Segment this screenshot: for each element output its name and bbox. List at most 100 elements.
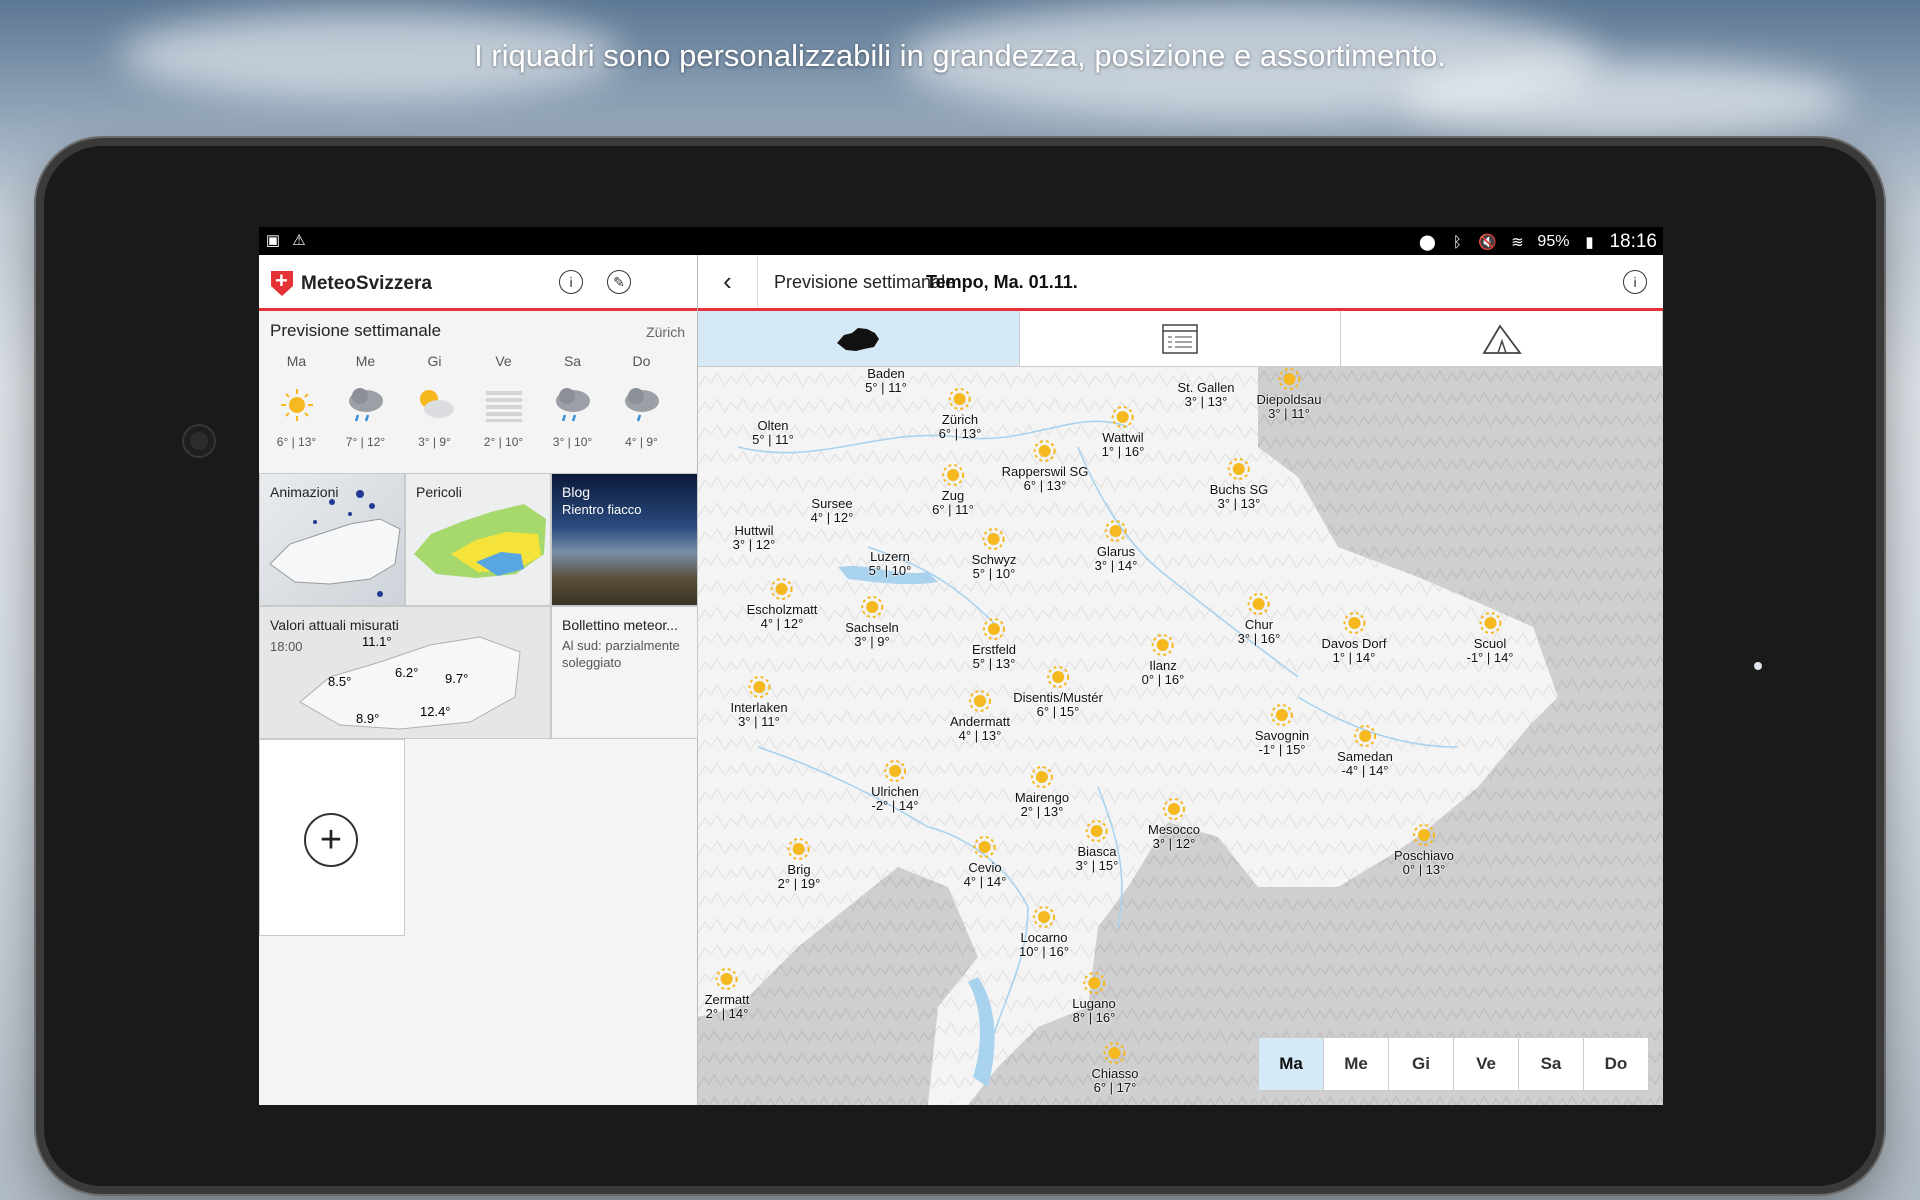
map-city[interactable]: Savognin -1° | 15° bbox=[1255, 703, 1309, 757]
bulletin-tile[interactable]: Bollettino meteor... Al sud: parzialment… bbox=[551, 606, 698, 739]
map-city[interactable]: Brig 2° | 19° bbox=[778, 837, 820, 891]
weather-map[interactable]: Baden 5° | 11° Zürich 6° | 13° St. Gallen 3… bbox=[698, 367, 1663, 1105]
city-temp: 6° | 13° bbox=[1023, 478, 1067, 493]
map-city[interactable]: Glarus 3° | 14° bbox=[1095, 519, 1137, 573]
city-temp: 4° | 14° bbox=[963, 874, 1007, 889]
map-city[interactable]: Olten 5° | 11° bbox=[752, 419, 794, 447]
map-city[interactable]: Chur 3° | 16° bbox=[1238, 592, 1280, 646]
city-temp: 3° | 15° bbox=[1075, 858, 1119, 873]
map-city[interactable]: Huttwil 3° | 12° bbox=[733, 524, 776, 552]
city-name: Olten bbox=[757, 418, 789, 433]
info-icon[interactable]: i bbox=[559, 270, 583, 294]
blog-tile[interactable]: Blog Rientro fiacco bbox=[551, 473, 698, 606]
map-city[interactable]: Scuol -1° | 14° bbox=[1466, 611, 1514, 665]
map-city[interactable]: Sachseln 3° | 9° bbox=[845, 595, 899, 649]
map-city[interactable]: Ilanz 0° | 16° bbox=[1142, 633, 1184, 687]
city-name: Schwyz bbox=[971, 552, 1017, 567]
day-button[interactable]: Sa bbox=[1518, 1037, 1584, 1091]
city-temp: 5° | 13° bbox=[972, 656, 1016, 671]
edit-icon[interactable]: ✎ bbox=[607, 270, 631, 294]
map-city[interactable]: Rapperswil SG 6° | 13° bbox=[1002, 439, 1088, 493]
map-city[interactable]: Zermatt 2° | 14° bbox=[705, 967, 749, 1021]
day-button[interactable]: Do bbox=[1583, 1037, 1649, 1091]
map-city[interactable]: Zürich 6° | 13° bbox=[939, 387, 981, 441]
city-temp: 2° | 13° bbox=[1020, 804, 1064, 819]
sun-icon bbox=[1343, 612, 1365, 634]
map-city[interactable]: St. Gallen 3° | 13° bbox=[1177, 381, 1234, 409]
map-city[interactable]: Zug 6° | 11° bbox=[932, 463, 974, 517]
city-temp: 10° | 16° bbox=[1019, 944, 1069, 959]
map-city[interactable]: Escholzmatt 4° | 12° bbox=[747, 577, 817, 631]
city-temp: -1° | 15° bbox=[1258, 742, 1306, 757]
sun-icon bbox=[1412, 824, 1435, 846]
map-city[interactable]: Davos Dorf 1° | 14° bbox=[1321, 611, 1387, 665]
map-city[interactable]: Baden 5° | 11° bbox=[865, 367, 907, 395]
tab-list[interactable] bbox=[1019, 311, 1342, 366]
mute-icon: 🔇 bbox=[1478, 234, 1497, 251]
city-name: Luzern bbox=[870, 549, 910, 564]
day-button[interactable]: Gi bbox=[1388, 1037, 1454, 1091]
map-city[interactable]: Schwyz 5° | 10° bbox=[971, 527, 1017, 581]
tab-warnings[interactable] bbox=[1341, 311, 1663, 366]
dangers-tile[interactable]: Pericoli bbox=[405, 473, 551, 606]
map-city[interactable]: Lugano 8° | 16° bbox=[1072, 971, 1116, 1025]
map-city[interactable]: Wattwil 1° | 16° bbox=[1102, 405, 1144, 459]
map-city[interactable]: Samedan -4° | 14° bbox=[1337, 724, 1393, 778]
measured-values-tile[interactable]: Valori attuali misurati 18:00 11.1° 6.2°… bbox=[259, 606, 551, 739]
chevron-left-icon: ‹ bbox=[723, 266, 732, 296]
day-temp: 2° | 10° bbox=[483, 435, 524, 449]
day-button[interactable]: Me bbox=[1323, 1037, 1389, 1091]
city-temp: 3° | 12° bbox=[732, 537, 776, 552]
map-city[interactable]: Buchs SG 3° | 13° bbox=[1210, 457, 1268, 511]
add-tile[interactable]: + bbox=[259, 739, 405, 936]
day-button[interactable]: Ma bbox=[1258, 1037, 1324, 1091]
measured-value: 9.7° bbox=[445, 671, 469, 686]
map-city[interactable]: Cevio 4° | 14° bbox=[963, 835, 1007, 889]
animations-tile[interactable]: Animazioni bbox=[259, 473, 405, 606]
sun-icon bbox=[1082, 972, 1105, 994]
city-name: Disentis/Mustér bbox=[1013, 690, 1103, 705]
add-icon[interactable]: + bbox=[304, 813, 358, 867]
day-temp: 6° | 13° bbox=[276, 435, 317, 449]
city-name: Cevio bbox=[968, 860, 1002, 875]
map-city[interactable]: Luzern 5° | 10° bbox=[869, 550, 912, 578]
map-city[interactable]: Ulrichen -2° | 14° bbox=[871, 759, 919, 813]
map-city[interactable]: Mairengo 2° | 13° bbox=[1015, 765, 1069, 819]
map-city[interactable]: Chiasso 6° | 17° bbox=[1092, 1041, 1138, 1095]
map-city[interactable]: Locarno 10° | 16° bbox=[1019, 905, 1069, 959]
sun-icon bbox=[1271, 704, 1293, 726]
map-city[interactable]: Andermatt 4° | 13° bbox=[950, 689, 1010, 743]
city-temp: 3° | 13° bbox=[1184, 394, 1228, 409]
map-city[interactable]: Interlaken 3° | 11° bbox=[730, 675, 788, 729]
city-temp: 5° | 11° bbox=[752, 432, 794, 447]
city-temp: -4° | 14° bbox=[1341, 763, 1389, 778]
map-city[interactable]: Erstfeld 5° | 13° bbox=[972, 617, 1016, 671]
map-city[interactable]: Diepoldsau 3° | 11° bbox=[1256, 367, 1322, 421]
sun-icon bbox=[1354, 725, 1376, 747]
map-city[interactable]: Poschiavo 0° | 13° bbox=[1394, 823, 1454, 877]
day-label: Ma bbox=[286, 353, 307, 369]
day-temp: 3° | 9° bbox=[418, 435, 451, 449]
tab-map[interactable] bbox=[698, 311, 1020, 366]
city-temp: 6° | 15° bbox=[1036, 704, 1080, 719]
map-city[interactable]: Mesocco 3° | 12° bbox=[1148, 797, 1200, 851]
measured-value: 6.2° bbox=[395, 665, 419, 680]
day-temp: 3° | 10° bbox=[552, 435, 593, 449]
sun-icon bbox=[1111, 406, 1134, 428]
measured-value: 11.1° bbox=[362, 634, 392, 649]
city-temp: 4° | 12° bbox=[760, 616, 804, 631]
sun-icon bbox=[1479, 612, 1501, 634]
back-button[interactable]: ‹ bbox=[698, 255, 758, 308]
info-icon[interactable]: i bbox=[1623, 270, 1647, 294]
map-city[interactable]: Disentis/Mustér 6° | 15° bbox=[1013, 665, 1103, 719]
dangers-label: Pericoli bbox=[416, 484, 462, 500]
weekly-forecast-tile[interactable]: Previsione settimanale Zürich Ma 6° | 13… bbox=[259, 311, 697, 471]
bluetooth-icon: ᛒ bbox=[1452, 233, 1462, 251]
sun-icon bbox=[1046, 666, 1069, 688]
day-button[interactable]: Ve bbox=[1453, 1037, 1519, 1091]
city-name: Locarno bbox=[1020, 930, 1068, 945]
city-name: Zürich bbox=[941, 412, 979, 427]
map-city[interactable]: Sursee 4° | 12° bbox=[811, 497, 854, 525]
map-city[interactable]: Biasca 3° | 15° bbox=[1075, 819, 1119, 873]
rain-cloud-icon bbox=[555, 388, 590, 422]
